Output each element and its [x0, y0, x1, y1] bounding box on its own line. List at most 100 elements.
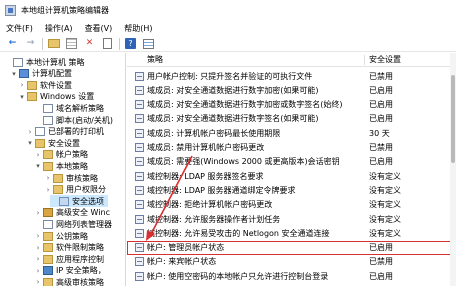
- tree-node[interactable]: ▾ 计算机配置: [10, 68, 72, 80]
- window-title: 本地组计算机策略编辑器: [21, 5, 109, 15]
- tree-node[interactable]: 安全选项: [50, 195, 108, 208]
- policy-setting: 已禁用: [369, 257, 393, 267]
- shield-icon: [43, 208, 53, 218]
- tree-node-label: 本地计算机 策略: [26, 57, 85, 67]
- policy-name: 域成员: 需要强(Windows 2000 或更高版本)会话密钥: [147, 157, 340, 167]
- chevron-right-icon[interactable]: ›: [34, 255, 42, 263]
- policy-icon: [135, 143, 144, 152]
- column-header-policy[interactable]: 策略: [147, 54, 163, 65]
- policy-row[interactable]: 帐户: 使用空密码的本地帐户只允许进行控制台登录 已启用: [127, 269, 456, 283]
- pc-icon: [19, 69, 29, 79]
- chevron-right-icon[interactable]: ›: [18, 81, 26, 89]
- show-hide-tree-button[interactable]: [65, 37, 78, 50]
- tree-node[interactable]: › 审核策略: [44, 172, 98, 184]
- tree-node-label: 公钥策略: [56, 231, 88, 241]
- policy-setting: 已启用: [369, 100, 393, 110]
- chevron-right-icon[interactable]: ›: [34, 151, 42, 159]
- tree-node[interactable]: › IP 安全策略，: [34, 265, 106, 277]
- tree-node-label: 帐户策略: [56, 150, 88, 160]
- chevron-right-icon[interactable]: ›: [34, 244, 42, 252]
- chevron-down-icon[interactable]: ▾: [26, 139, 34, 147]
- console-tree: 本地计算机 策略 ▾ 计算机配置 › 软件设置 ▾ Windows 设置 域名解析策略 脚本(启…: [0, 53, 126, 286]
- policy-row[interactable]: 域控制器: 允许服务器操作者计划任务 没有定义: [127, 212, 456, 226]
- tree-node-label: 软件限制策略: [56, 243, 104, 253]
- policy-name: 域控制器: LDAP 服务器签名要求: [147, 171, 264, 181]
- properties-button[interactable]: [142, 37, 155, 50]
- policy-row[interactable]: 域控制器: 允许易受攻击的 Netlogon 安全通道连接 没有定义: [127, 226, 456, 240]
- column-header-setting[interactable]: 安全设置: [369, 54, 401, 65]
- policy-setting: 没有定义: [369, 228, 401, 238]
- tree-node[interactable]: › 软件设置: [18, 79, 72, 91]
- delete-icon[interactable]: ✕: [83, 37, 96, 50]
- folder-icon: [43, 161, 53, 171]
- policy-row[interactable]: 域成员: 对安全通道数据进行数字加密(如果可能) 已启用: [127, 83, 456, 97]
- tree-node[interactable]: 域名解析策略: [34, 102, 104, 114]
- tree-node[interactable]: › 高级安全 Winc: [34, 207, 110, 219]
- menu-file[interactable]: 文件(F): [0, 23, 39, 34]
- policy-icon: [135, 85, 144, 95]
- tree-node[interactable]: ▾ 安全设置: [26, 137, 80, 149]
- menu-view[interactable]: 查看(V): [79, 23, 119, 34]
- chevron-right-icon[interactable]: ›: [44, 174, 52, 182]
- policy-name: 帐户: 来宾帐户状态: [147, 257, 217, 267]
- policy-name: 域成员: 对安全通道数据进行数字加密或数字签名(始终): [147, 100, 343, 110]
- tree-node-label: 高级安全 Winc: [56, 208, 110, 218]
- menu-action[interactable]: 操作(A): [39, 23, 79, 34]
- policy-row[interactable]: 域控制器: LDAP 服务器通道绑定令牌要求 没有定义: [127, 183, 456, 197]
- tree-node[interactable]: ▾ Windows 设置: [18, 91, 94, 103]
- menu-help[interactable]: 帮助(H): [118, 23, 158, 34]
- help-button[interactable]: ?: [124, 37, 137, 50]
- policy-row[interactable]: 域成员: 计算机帐户密码最长使用期限 30 天: [127, 126, 456, 140]
- chevron-down-icon[interactable]: ▾: [34, 162, 42, 170]
- policy-row[interactable]: 域成员: 禁用计算机帐户密码更改 已禁用: [127, 141, 456, 155]
- policy-row[interactable]: 域成员: 需要强(Windows 2000 或更高版本)会话密钥 已启用: [127, 155, 456, 169]
- back-arrow-icon[interactable]: ←: [6, 37, 19, 50]
- tree-node[interactable]: › 用户权限分: [44, 184, 106, 196]
- tree-node[interactable]: › 应用程序控制: [34, 253, 104, 265]
- up-folder-button[interactable]: [47, 37, 60, 50]
- title-bar: 本地组计算机策略编辑器: [0, 0, 456, 20]
- chevron-right-icon[interactable]: ›: [34, 232, 42, 240]
- chevron-right-icon[interactable]: ›: [34, 209, 42, 217]
- policy-setting: 已禁用: [369, 143, 393, 152]
- policy-name: 域控制器: 拒绝计算机帐户密码更改: [147, 200, 273, 210]
- policy-row[interactable]: 域成员: 对安全通道数据进行数字签名(如果可能) 已启用: [127, 112, 456, 126]
- tree-node[interactable]: › 公钥策略: [34, 230, 88, 242]
- tree-node[interactable]: 脚本(启动/关机): [34, 114, 113, 126]
- tree-node-label: 安全选项: [72, 196, 104, 206]
- tree-node[interactable]: 本地计算机 策略: [4, 56, 85, 68]
- tree-node[interactable]: 网络列表管理器: [34, 218, 112, 230]
- tree-node-label: 网络列表管理器: [56, 219, 112, 229]
- tree-node-label: 用户权限分: [66, 185, 106, 195]
- chevron-right-icon[interactable]: ›: [44, 186, 52, 194]
- forward-arrow-icon[interactable]: →: [24, 37, 37, 50]
- policy-icon: [135, 257, 144, 267]
- tree-node-label: 应用程序控制: [56, 254, 104, 264]
- chevron-down-icon[interactable]: ▾: [10, 70, 18, 78]
- chevron-right-icon[interactable]: ›: [34, 267, 42, 275]
- chevron-right-icon[interactable]: ›: [26, 128, 34, 136]
- policy-row[interactable]: 域控制器: 拒绝计算机帐户密码更改 没有定义: [127, 198, 456, 212]
- tree-node[interactable]: › 已部署的打印机: [26, 126, 104, 138]
- vertical-scrollbar[interactable]: [450, 53, 456, 286]
- tree-node[interactable]: › 帐户策略: [34, 149, 88, 161]
- column-divider[interactable]: [364, 55, 365, 65]
- export-list-button[interactable]: [101, 37, 114, 50]
- policy-name: 域控制器: 允许服务器操作者计划任务: [147, 214, 281, 224]
- policy-row-admin-account-status[interactable]: 帐户: 管理员帐户状态 已启用: [127, 240, 456, 255]
- tree-node[interactable]: ▾ 本地策略: [34, 160, 88, 172]
- policy-icon: [135, 185, 144, 195]
- chevron-down-icon[interactable]: ▾: [18, 93, 26, 101]
- policy-row[interactable]: 用户帐户控制: 只提升签名并验证的可执行文件 已禁用: [127, 69, 456, 83]
- policy-setting: 已启用: [369, 157, 393, 167]
- scrollbar-thumb[interactable]: [451, 75, 455, 163]
- tree-node[interactable]: › 软件限制策略: [34, 242, 104, 254]
- policy-icon: [135, 114, 144, 124]
- policy-row[interactable]: 帐户: 来宾帐户状态 已禁用: [127, 255, 456, 269]
- policy-name: 帐户: 使用空密码的本地帐户只允许进行控制台登录: [147, 271, 329, 281]
- policy-row[interactable]: 域控制器: LDAP 服务器签名要求 没有定义: [127, 169, 456, 183]
- chevron-right-icon[interactable]: ›: [34, 278, 42, 286]
- policy-row[interactable]: 域成员: 对安全通道数据进行数字加密或数字签名(始终) 已启用: [127, 98, 456, 112]
- tree-node[interactable]: › 高级审核策略: [34, 276, 104, 286]
- gpedit-app-icon: [5, 4, 16, 16]
